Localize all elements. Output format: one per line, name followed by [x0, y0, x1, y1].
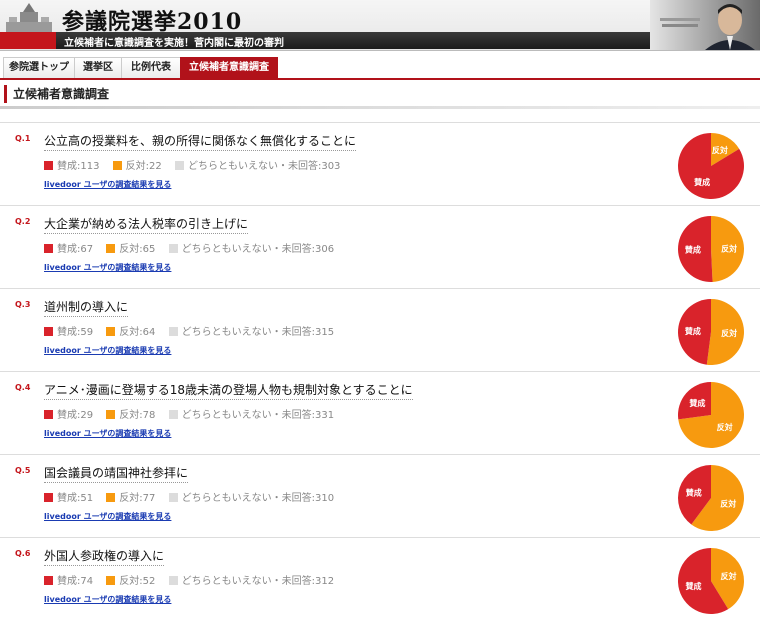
- livedoor-results-link[interactable]: livedoor ユーザの調査結果を見る: [44, 511, 171, 522]
- result-pie-chart: 反対 賛成: [678, 299, 744, 365]
- yes-swatch: [44, 327, 53, 336]
- question-row: Q.4 アニメ･漫画に登場する18歳未満の登場人物も規制対象とすることに 賛成:…: [0, 371, 760, 454]
- livedoor-results-link[interactable]: livedoor ユーザの調査結果を見る: [44, 428, 171, 439]
- yes-count: 賛成:29: [44, 406, 93, 421]
- pie-label-yes: 賛成: [685, 326, 701, 336]
- yes-count: 賛成:51: [44, 489, 93, 504]
- other-swatch: [168, 410, 178, 419]
- result-pie-chart: 反対賛成: [678, 548, 744, 614]
- other-swatch: [168, 576, 178, 585]
- question-text[interactable]: 公立高の授業料を、親の所得に関係なく無償化することに: [44, 132, 357, 151]
- pie-label-yes: 賛成: [685, 244, 701, 254]
- diet-building-icon: [6, 3, 52, 32]
- question-text[interactable]: 道州制の導入に: [44, 298, 129, 317]
- no-count: 反対:77: [106, 489, 155, 504]
- subtitle-bar: 立候補者に意識調査を実施！菅内閣に最初の審判: [0, 32, 650, 49]
- other-count: どちらともいえない・未回答:303: [174, 157, 340, 172]
- pie-label-no: 反対: [720, 499, 736, 509]
- question-row: Q.3 道州制の導入に 賛成:59 反対:64 どちらともいえない・未回答:31…: [0, 288, 760, 371]
- other-swatch: [168, 244, 178, 253]
- question-number: Q.1: [15, 134, 31, 143]
- subtitle-text: 立候補者に意識調査を実施！菅内閣に最初の審判: [64, 38, 284, 49]
- livedoor-results-link[interactable]: livedoor ユーザの調査結果を見る: [44, 262, 171, 273]
- no-swatch: [112, 161, 122, 170]
- question-text[interactable]: 大企業が納める法人税率の引き上げに: [44, 215, 249, 234]
- tab-election-top[interactable]: 参院選トップ: [3, 57, 75, 78]
- other-swatch: [174, 161, 184, 170]
- question-row: Q.5 国会議員の靖国神社参拝に 賛成:51 反対:77 どちらともいえない・未…: [0, 454, 760, 537]
- yes-swatch: [44, 493, 53, 502]
- pie-label-no: 反対: [721, 328, 737, 338]
- site-header: 参議院選挙2010 立候補者に意識調査を実施！菅内閣に最初の審判: [0, 0, 760, 51]
- tab-candidate-survey[interactable]: 立候補者意識調査: [180, 57, 278, 78]
- prime-minister-photo: [650, 0, 760, 50]
- no-swatch: [106, 493, 116, 502]
- no-swatch: [106, 327, 116, 336]
- question-number: Q.2: [15, 217, 31, 226]
- question-row: Q.1 公立高の授業料を、親の所得に関係なく無償化することに 賛成:113 反対…: [0, 122, 760, 205]
- question-text[interactable]: アニメ･漫画に登場する18歳未満の登場人物も規制対象とすることに: [44, 381, 413, 400]
- vote-counts: 賛成:59 反対:64 どちらともいえない・未回答:315: [44, 323, 344, 338]
- main-nav: 参院選トップ 選挙区 比例代表 立候補者意識調査: [0, 56, 760, 80]
- other-swatch: [168, 327, 178, 336]
- question-number: Q.4: [15, 383, 31, 392]
- result-pie-chart: 反対賛成: [678, 133, 744, 199]
- tab-proportional[interactable]: 比例代表: [121, 57, 181, 78]
- yes-swatch: [44, 576, 53, 585]
- question-row: Q.2 大企業が納める法人税率の引き上げに 賛成:67 反対:65 どちらともい…: [0, 205, 760, 288]
- other-count: どちらともいえない・未回答:310: [168, 489, 334, 504]
- yes-count: 賛成:67: [44, 240, 93, 255]
- pie-label-no: 反対: [720, 571, 736, 581]
- question-number: Q.6: [15, 549, 31, 558]
- other-swatch: [168, 493, 178, 502]
- vote-counts: 賛成:67 反対:65 どちらともいえない・未回答:306: [44, 240, 344, 255]
- yes-swatch: [44, 244, 53, 253]
- no-count: 反対:22: [112, 157, 162, 172]
- yes-swatch: [44, 161, 53, 170]
- question-text[interactable]: 国会議員の靖国神社参拝に: [44, 464, 189, 483]
- pie-label-yes: 賛成: [689, 398, 705, 408]
- other-count: どちらともいえない・未回答:331: [168, 406, 334, 421]
- pie-label-no: 反対: [717, 422, 733, 432]
- question-number: Q.3: [15, 300, 31, 309]
- no-swatch: [106, 410, 116, 419]
- question-number: Q.5: [15, 466, 31, 475]
- vote-counts: 賛成:51 反対:77 どちらともいえない・未回答:310: [44, 489, 344, 504]
- no-swatch: [106, 576, 116, 585]
- pie-label-yes: 賛成: [686, 581, 702, 591]
- question-text[interactable]: 外国人参政権の導入に: [44, 547, 165, 566]
- no-count: 反対:65: [106, 240, 155, 255]
- yes-count: 賛成:113: [44, 157, 99, 172]
- no-count: 反対:64: [106, 323, 155, 338]
- result-pie-chart: 反対 賛成: [678, 382, 744, 448]
- question-row: Q.6 外国人参政権の導入に 賛成:74 反対:52 どちらともいえない・未回答…: [0, 537, 760, 620]
- other-count: どちらともいえない・未回答:315: [168, 323, 334, 338]
- yes-count: 賛成:74: [44, 572, 93, 587]
- no-count: 反対:52: [106, 572, 155, 587]
- vote-counts: 賛成:113 反対:22 どちらともいえない・未回答:303: [44, 157, 350, 172]
- livedoor-results-link[interactable]: livedoor ユーザの調査結果を見る: [44, 179, 171, 190]
- no-count: 反対:78: [106, 406, 155, 421]
- tab-districts[interactable]: 選挙区: [74, 57, 122, 78]
- livedoor-results-link[interactable]: livedoor ユーザの調査結果を見る: [44, 594, 171, 605]
- pie-label-yes: 賛成: [694, 177, 710, 187]
- vote-counts: 賛成:29 反対:78 どちらともいえない・未回答:331: [44, 406, 344, 421]
- section-title: 立候補者意識調査: [4, 85, 109, 103]
- result-pie-chart: 反対 賛成: [678, 465, 744, 531]
- other-count: どちらともいえない・未回答:306: [168, 240, 334, 255]
- pie-label-no: 反対: [712, 145, 728, 155]
- pie-label-no: 反対: [721, 244, 737, 254]
- no-swatch: [106, 244, 116, 253]
- livedoor-results-link[interactable]: livedoor ユーザの調査結果を見る: [44, 345, 171, 356]
- pie-label-yes: 賛成: [686, 487, 702, 497]
- yes-count: 賛成:59: [44, 323, 93, 338]
- yes-swatch: [44, 410, 53, 419]
- result-pie-chart: 反対 賛成: [678, 216, 745, 282]
- other-count: どちらともいえない・未回答:312: [168, 572, 334, 587]
- vote-counts: 賛成:74 反対:52 どちらともいえない・未回答:312: [44, 572, 344, 587]
